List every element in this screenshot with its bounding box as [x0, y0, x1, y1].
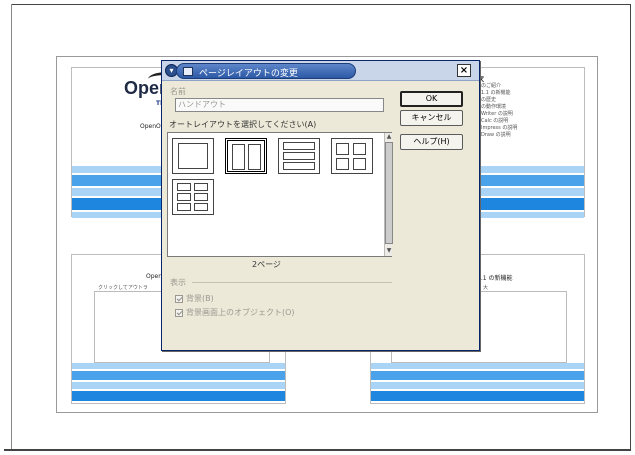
- scroll-thumb[interactable]: [385, 142, 393, 244]
- layout-option-3-pages[interactable]: [278, 138, 320, 174]
- objects-option-label: 背景画面上のオブジェクト(O): [186, 308, 295, 317]
- slide-stripes: [72, 363, 285, 405]
- ok-button[interactable]: OK: [400, 91, 463, 107]
- page-layout-dialog: ▾ ページレイアウトの変更 × 名前 ハンドアウト オートレイアウトを選択してく…: [161, 60, 480, 351]
- dialog-titlebar[interactable]: ▾ ページレイアウトの変更 ×: [162, 61, 479, 81]
- slide-stripes: [371, 363, 584, 405]
- select-layout-label: オートレイアウトを選択してください(A): [169, 120, 317, 129]
- scroll-down-icon[interactable]: ▼: [385, 247, 393, 255]
- background-option-label: 背景(B): [186, 294, 214, 303]
- layout-option-1-page[interactable]: [172, 138, 214, 174]
- objects-option[interactable]: 背景画面上のオブジェクト(O): [175, 307, 295, 318]
- layout-option-2-pages[interactable]: [225, 138, 267, 174]
- display-separator: [192, 282, 392, 283]
- layout-option-4-pages[interactable]: [331, 138, 373, 174]
- title-pill: ページレイアウトの変更: [176, 63, 356, 79]
- layout-scrollbar[interactable]: ▲ ▼: [384, 133, 393, 256]
- layout-list[interactable]: ▲ ▼: [167, 132, 393, 257]
- slide-logo-text: Oper: [124, 78, 167, 98]
- slide-caption: OpenOf: [140, 123, 163, 130]
- objects-checkbox[interactable]: [175, 308, 183, 317]
- toc-line: Impress の説明: [481, 125, 518, 131]
- window-bottom-edge: [4, 449, 631, 451]
- dialog-title: ページレイアウトの変更: [199, 69, 298, 79]
- toc-line: 1.1 の新機能: [481, 90, 511, 96]
- background-option[interactable]: 背景(B): [175, 293, 214, 304]
- toc-line: Draw の説明: [481, 132, 511, 138]
- close-button[interactable]: ×: [457, 64, 471, 77]
- name-label: 名前: [170, 87, 186, 96]
- selected-layout-caption: 2ページ: [252, 260, 281, 269]
- help-button[interactable]: ヘルプ(H): [400, 134, 463, 150]
- toc-line: Calc の説明: [481, 118, 509, 124]
- background-checkbox[interactable]: [175, 294, 183, 303]
- cancel-button[interactable]: キャンセル: [400, 110, 463, 126]
- toc-line: のご紹介: [481, 83, 502, 89]
- slide-title: 1.1 の新機能: [477, 275, 513, 282]
- window-left-edge: [4, 4, 12, 451]
- toc-line: Writer の説明: [481, 111, 513, 117]
- scroll-up-icon[interactable]: ▲: [385, 133, 393, 141]
- layout-option-6-pages[interactable]: [172, 179, 214, 215]
- document-icon: [183, 67, 193, 76]
- display-section-label: 表示: [170, 278, 186, 287]
- toc-line: の動作環境: [481, 104, 507, 110]
- toc-line: の歴史: [481, 97, 497, 103]
- name-input[interactable]: ハンドアウト: [175, 98, 384, 112]
